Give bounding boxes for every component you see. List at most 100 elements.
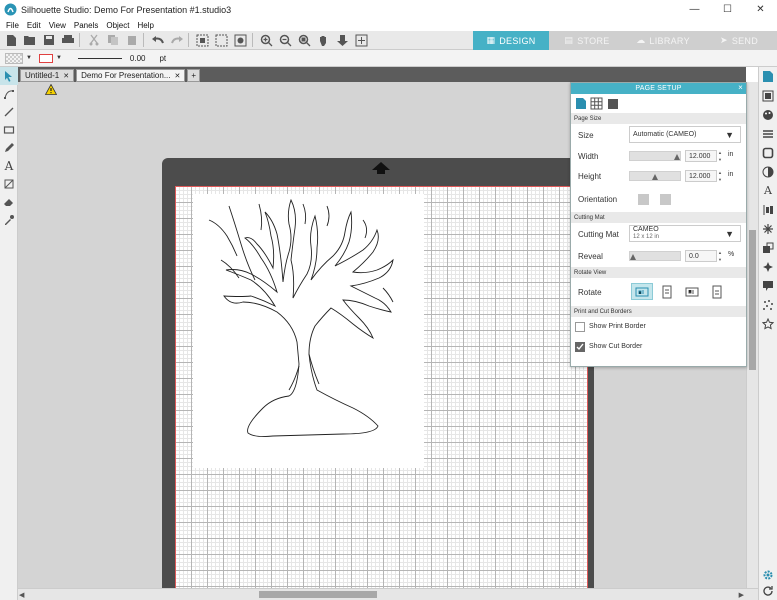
menu-file[interactable]: File — [6, 21, 19, 30]
height-slider-knob[interactable] — [652, 174, 658, 180]
maximize-button[interactable]: ☐ — [711, 0, 744, 19]
show-print-border-checkbox[interactable] — [575, 322, 585, 332]
line-tool-icon[interactable] — [0, 103, 18, 121]
knife-tool-icon[interactable] — [0, 175, 18, 193]
line-style-sample[interactable] — [77, 57, 122, 59]
menu-view[interactable]: View — [49, 21, 66, 30]
vertical-scroll-thumb[interactable] — [749, 230, 756, 370]
store-mode-button[interactable]: ▤ STORE — [549, 31, 625, 50]
grid-settings-tab-icon[interactable] — [590, 97, 603, 110]
new-document-icon[interactable] — [2, 32, 19, 49]
reveal-spinner[interactable]: ▲ ▼ — [718, 250, 724, 262]
horizontal-scroll-thumb[interactable] — [259, 591, 377, 598]
zoom-selection-icon[interactable] — [296, 32, 313, 49]
vertical-scrollbar[interactable] — [746, 82, 758, 588]
zoom-in-icon[interactable] — [258, 32, 275, 49]
trace-panel-icon[interactable] — [759, 276, 777, 295]
tree-design[interactable] — [193, 194, 424, 468]
redo-icon[interactable] — [168, 32, 185, 49]
menu-object[interactable]: Object — [106, 21, 129, 30]
design-mode-button[interactable]: ▦ DESIGN — [473, 31, 549, 50]
page-setup-panel-icon[interactable] — [759, 67, 777, 86]
draw-tool-icon[interactable] — [0, 139, 18, 157]
align-panel-icon[interactable] — [759, 200, 777, 219]
page-settings-tab-icon[interactable] — [574, 97, 587, 110]
new-tab-button[interactable]: + — [187, 69, 201, 82]
size-dropdown[interactable]: Automatic (CAMEO) ▼ — [629, 126, 741, 143]
menu-help[interactable]: Help — [137, 21, 153, 30]
width-input[interactable]: 12.000 — [685, 150, 717, 162]
landscape-orientation-icon[interactable] — [660, 194, 671, 205]
text-tool-icon[interactable]: A — [0, 157, 18, 175]
reveal-slider[interactable] — [629, 251, 681, 261]
rectangle-tool-icon[interactable] — [0, 121, 18, 139]
text-style-panel-icon[interactable]: A — [759, 181, 777, 200]
line-style-panel-icon[interactable] — [759, 124, 777, 143]
send-to-cutter-icon[interactable] — [759, 86, 777, 105]
cutting-mat-dropdown[interactable]: CAMEO 12 x 12 in ▼ — [629, 225, 741, 242]
open-folder-icon[interactable] — [21, 32, 38, 49]
rotate-0-button[interactable] — [631, 283, 653, 300]
close-tab-icon[interactable]: ✕ — [63, 72, 69, 80]
close-window-button[interactable]: ✕ — [744, 0, 777, 19]
reveal-slider-knob[interactable] — [630, 254, 636, 260]
line-width-value[interactable]: 0.00 — [130, 54, 146, 63]
sketch-panel-icon[interactable] — [759, 295, 777, 314]
transform-panel-icon[interactable] — [759, 238, 777, 257]
undo-icon[interactable] — [149, 32, 166, 49]
eyedropper-tool-icon[interactable] — [0, 211, 18, 229]
fill-color-panel-icon[interactable] — [759, 105, 777, 124]
replicate-panel-icon[interactable] — [759, 219, 777, 238]
gradient-panel-icon[interactable] — [759, 162, 777, 181]
background-tab-icon[interactable] — [606, 97, 619, 110]
fit-page-icon[interactable] — [353, 32, 370, 49]
select-tool-icon[interactable] — [0, 67, 18, 85]
width-slider-knob[interactable] — [674, 154, 680, 160]
offset-panel-icon[interactable] — [759, 257, 777, 276]
height-slider[interactable] — [629, 171, 681, 181]
show-cut-border-checkbox[interactable] — [575, 342, 585, 352]
favorites-star-icon[interactable] — [759, 314, 777, 333]
print-icon[interactable] — [59, 32, 76, 49]
fill-dropdown-icon[interactable]: ▼ — [26, 55, 32, 61]
menu-edit[interactable]: Edit — [27, 21, 41, 30]
height-input[interactable]: 12.000 — [685, 170, 717, 182]
copy-icon[interactable] — [104, 32, 121, 49]
select-all-icon[interactable] — [194, 32, 211, 49]
eraser-tool-icon[interactable] — [0, 193, 18, 211]
line-color-swatch[interactable] — [38, 53, 53, 63]
edit-points-tool-icon[interactable] — [0, 85, 18, 103]
portrait-orientation-icon[interactable] — [638, 194, 649, 205]
cut-icon[interactable] — [85, 32, 102, 49]
horizontal-scrollbar[interactable]: ◀ ▶ — [18, 588, 758, 600]
pan-hand-icon[interactable] — [315, 32, 332, 49]
line-color-panel-icon[interactable] — [759, 143, 777, 162]
library-mode-button[interactable]: ☁ LIBRARY — [625, 31, 701, 50]
refresh-icon[interactable] — [759, 581, 777, 600]
menu-panels[interactable]: Panels — [74, 21, 98, 30]
deselect-icon[interactable] — [213, 32, 230, 49]
scroll-right-arrow-icon[interactable]: ▶ — [739, 591, 744, 599]
rotate-90-button[interactable] — [656, 283, 678, 300]
height-spinner[interactable]: ▲ ▼ — [718, 170, 724, 182]
move-down-icon[interactable] — [334, 32, 351, 49]
tab-demo-presentation[interactable]: Demo For Presentation... ✕ — [76, 69, 186, 82]
fill-color-swatch[interactable] — [5, 52, 23, 64]
rotate-270-button[interactable] — [706, 283, 728, 300]
warning-icon[interactable] — [45, 84, 57, 95]
width-slider[interactable] — [629, 151, 681, 161]
tab-untitled-1[interactable]: Untitled-1 ✕ — [20, 69, 75, 82]
paste-icon[interactable] — [123, 32, 140, 49]
rotate-180-button[interactable] — [681, 283, 703, 300]
line-color-dropdown-icon[interactable]: ▼ — [56, 55, 62, 61]
minimize-button[interactable]: — — [678, 0, 711, 19]
close-tab-icon[interactable]: ✕ — [175, 72, 181, 80]
panel-close-button[interactable]: × — [738, 83, 743, 92]
reveal-input[interactable]: 0.0 — [685, 250, 717, 262]
trace-icon[interactable] — [232, 32, 249, 49]
width-spinner[interactable]: ▲ ▼ — [718, 150, 724, 162]
zoom-out-icon[interactable] — [277, 32, 294, 49]
save-icon[interactable] — [40, 32, 57, 49]
send-mode-button[interactable]: ➤ SEND — [701, 31, 777, 50]
scroll-left-arrow-icon[interactable]: ◀ — [19, 591, 24, 599]
